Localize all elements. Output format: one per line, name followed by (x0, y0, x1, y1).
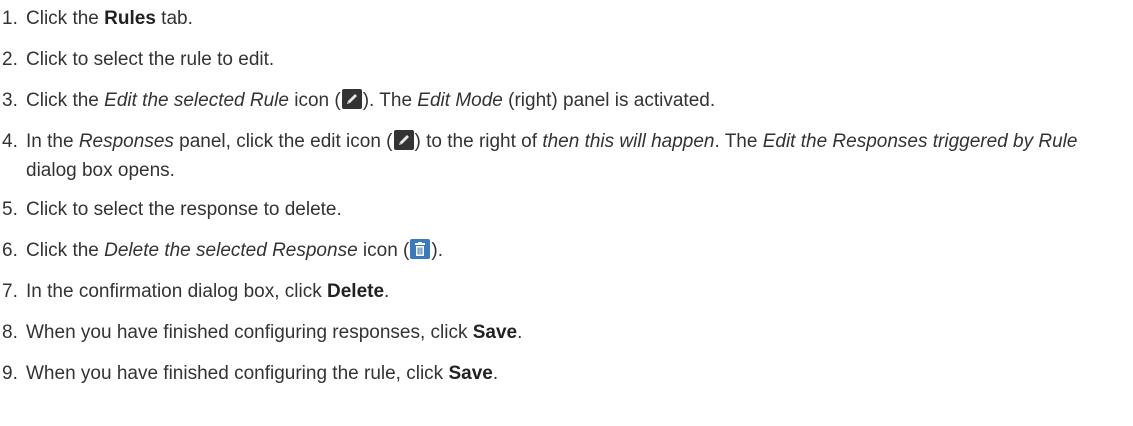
step-number: 3. (2, 90, 18, 111)
responses-panel-term: Responses (78, 131, 174, 152)
step-number: 7. (2, 281, 18, 302)
step-7: 7. In the confirmation dialog box, click… (0, 277, 1133, 306)
delete-response-term: Delete the selected Response (104, 240, 358, 261)
step-number: 4. (2, 131, 18, 152)
step-3: 3. Click the Edit the selected Rule icon… (0, 86, 1133, 115)
step-number: 1. (2, 8, 18, 29)
step-2: 2. Click to select the rule to edit. (0, 45, 1133, 74)
rules-tab-label: Rules (104, 8, 156, 29)
step-9: 9. When you have finished configuring th… (0, 359, 1133, 388)
save-button-label: Save (472, 322, 518, 343)
edit-mode-term: Edit Mode (417, 90, 503, 111)
pencil-icon (393, 130, 414, 150)
edit-rule-term: Edit the selected Rule (104, 90, 289, 111)
step-number: 9. (2, 363, 18, 384)
step-5: 5. Click to select the response to delet… (0, 195, 1133, 224)
step-number: 5. (2, 199, 18, 220)
edit-responses-dialog-term: Edit the Responses triggered by Rule (762, 131, 1078, 152)
step-8: 8. When you have finished configuring re… (0, 318, 1133, 347)
save-button-label: Save (448, 363, 493, 384)
step-number: 8. (2, 322, 18, 343)
instruction-steps: 1. Click the Rules tab. 2. Click to sele… (0, 0, 1133, 388)
step-4: 4. In the Responses panel, click the edi… (0, 127, 1133, 185)
delete-button-label: Delete (327, 281, 385, 302)
step-1: 1. Click the Rules tab. (0, 4, 1133, 33)
pencil-icon (341, 89, 362, 109)
then-this-will-happen-term: then this will happen (542, 131, 715, 152)
step-6: 6. Click the Delete the selected Respons… (0, 236, 1133, 265)
step-number: 2. (2, 49, 18, 70)
trash-icon (410, 239, 431, 259)
step-number: 6. (2, 240, 18, 261)
